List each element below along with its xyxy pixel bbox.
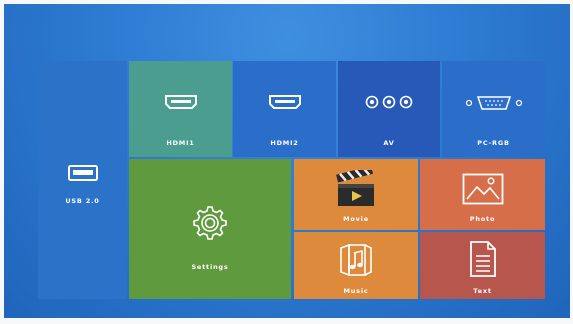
movie-tile[interactable]: Movie bbox=[294, 159, 418, 230]
text-tile[interactable]: Text bbox=[420, 232, 545, 299]
music-tile[interactable]: Music bbox=[294, 232, 418, 299]
av-source-tile[interactable]: AV bbox=[338, 61, 440, 157]
gear-icon bbox=[193, 206, 227, 240]
settings-tile[interactable]: Settings bbox=[129, 159, 291, 299]
vga-port-icon bbox=[465, 96, 522, 110]
hdmi-port-icon bbox=[268, 95, 301, 109]
usb-icon bbox=[67, 165, 98, 181]
hdmi1-label: HDMI1 bbox=[166, 139, 195, 147]
movie-label: Movie bbox=[343, 215, 369, 223]
photo-label: Photo bbox=[469, 215, 496, 223]
hdmi2-label: HDMI2 bbox=[270, 139, 299, 147]
document-icon bbox=[469, 241, 496, 277]
usb-label: USB 2.0 bbox=[65, 197, 100, 205]
pc-rgb-source-tile[interactable]: PC-RGB bbox=[442, 61, 545, 157]
image-icon bbox=[462, 173, 503, 205]
settings-label: Settings bbox=[191, 263, 229, 271]
photo-tile[interactable]: Photo bbox=[420, 159, 545, 230]
usb-source-tile[interactable]: USB 2.0 bbox=[38, 61, 127, 299]
hdmi2-source-tile[interactable]: HDMI2 bbox=[233, 61, 336, 157]
clapperboard-icon bbox=[336, 170, 374, 206]
projector-home-screen: USB 2.0 HDMI1 HDMI2 AV PC-RGB Settings M… bbox=[4, 4, 570, 318]
hdmi1-source-tile[interactable]: HDMI1 bbox=[129, 61, 232, 157]
av-jacks-icon bbox=[365, 95, 413, 109]
text-label: Text bbox=[473, 287, 492, 295]
music-label: Music bbox=[343, 287, 369, 295]
av-label: AV bbox=[383, 139, 395, 147]
hdmi-port-icon bbox=[164, 95, 197, 109]
pc-rgb-label: PC-RGB bbox=[477, 139, 510, 147]
music-note-icon bbox=[340, 243, 372, 277]
